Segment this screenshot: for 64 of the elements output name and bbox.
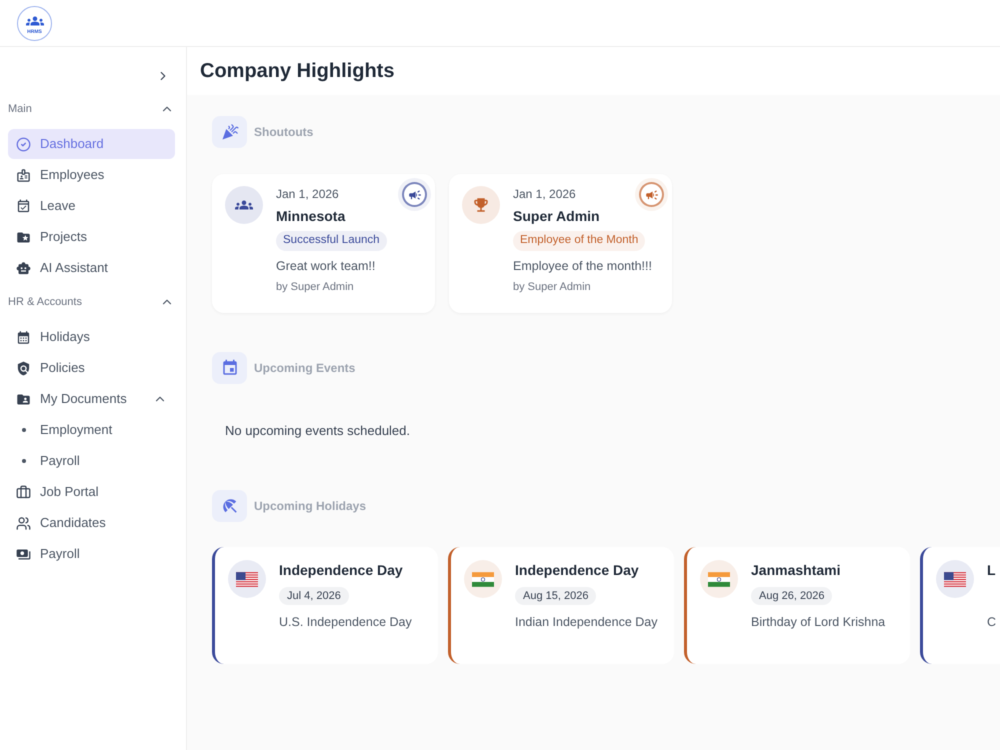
robot-icon <box>16 260 31 276</box>
sidebar-item[interactable]: Job Portal <box>8 477 175 507</box>
holiday-name: L <box>987 561 996 580</box>
holiday-name: Independence Day <box>515 561 639 580</box>
megaphone-icon <box>635 178 668 211</box>
shoutout-author: by Super Admin <box>513 280 591 295</box>
holiday-description: C <box>987 614 996 631</box>
sidebar-item[interactable]: Payroll <box>8 446 175 476</box>
sidebar-item[interactable]: Leave <box>8 191 175 221</box>
holiday-date: Aug 15, 2026 <box>515 587 596 605</box>
shoutout-author: by Super Admin <box>276 280 354 295</box>
shoutout-message: Employee of the month!!! <box>513 258 652 275</box>
us-flag-icon <box>228 560 266 598</box>
folder-person-icon <box>16 392 31 406</box>
shoutout-message: Great work team!! <box>276 258 376 275</box>
holiday-date: Jul 4, 2026 <box>279 587 349 605</box>
india-flag-icon <box>464 560 502 598</box>
shield-search-icon <box>16 360 31 376</box>
trophy-icon <box>462 186 500 224</box>
sidebar-item[interactable]: Candidates <box>8 508 175 538</box>
shoutout-name: Minnesota <box>276 207 346 226</box>
party-popper-icon <box>212 116 247 148</box>
holiday-description: U.S. Independence Day <box>279 614 412 631</box>
sidebar-item[interactable]: Policies <box>8 353 175 383</box>
sidebar-item[interactable]: Holidays <box>8 322 175 352</box>
empty-events-message: No upcoming events scheduled. <box>225 422 410 440</box>
banknote-icon <box>16 546 31 562</box>
shoutout-name: Super Admin <box>513 207 600 226</box>
sidebar-item[interactable]: AI Assistant <box>8 253 175 283</box>
holiday-description: Indian Independence Day <box>515 614 658 631</box>
people-icon <box>16 516 31 530</box>
shoutout-tag: Successful Launch <box>276 231 387 251</box>
calendar-icon <box>16 330 31 344</box>
bullet-icon <box>22 459 26 463</box>
umbrella-icon <box>212 490 247 522</box>
calendar-icon <box>212 352 247 384</box>
check-circle-icon <box>16 136 31 152</box>
shoutout-date: Jan 1, 2026 <box>513 186 576 202</box>
folder-star-icon <box>16 230 31 244</box>
megaphone-icon <box>398 178 431 211</box>
section-header[interactable]: HR & Accounts <box>0 290 187 314</box>
sidebar-item[interactable]: Payroll <box>8 539 175 569</box>
shoutout-date: Jan 1, 2026 <box>276 186 339 202</box>
holiday-description: Birthday of Lord Krishna <box>751 614 886 631</box>
section-title: Upcoming Holidays <box>254 498 366 515</box>
sidebar-item[interactable]: My Documents <box>8 384 175 414</box>
page-title: Company Highlights <box>200 59 394 84</box>
id-badge-icon <box>16 168 31 182</box>
calendar-check-icon <box>16 198 31 214</box>
sidebar-item[interactable]: Employment <box>8 415 175 445</box>
sidebar-item[interactable]: Employees <box>8 160 175 190</box>
section-title: Shoutouts <box>254 124 314 141</box>
holiday-date: Aug 26, 2026 <box>751 587 832 605</box>
holiday-name: Independence Day <box>279 561 403 580</box>
briefcase-icon <box>16 484 31 500</box>
bullet-icon <box>22 428 26 432</box>
us-flag-icon <box>936 560 974 598</box>
section-title: Upcoming Events <box>254 360 356 377</box>
section-header[interactable]: Main <box>0 97 187 121</box>
people-icon <box>225 186 263 224</box>
shoutout-tag: Employee of the Month <box>513 231 646 251</box>
holiday-name: Janmashtami <box>751 561 840 580</box>
sidebar-item[interactable]: Projects <box>8 222 175 252</box>
india-flag-icon <box>700 560 738 598</box>
